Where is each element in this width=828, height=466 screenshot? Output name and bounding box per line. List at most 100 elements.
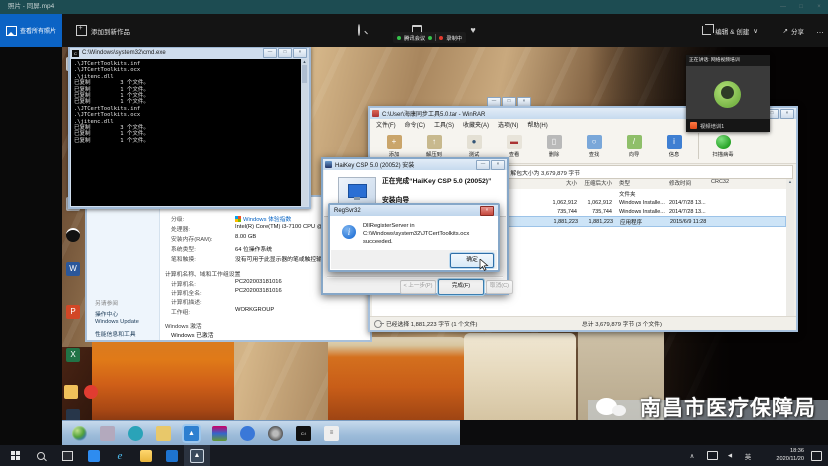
extract-button[interactable]: ↑解压到 [416,135,452,158]
cmd-line: 已复制 1 个文件。 [74,138,300,144]
minimize-icon[interactable]: — [476,160,490,170]
taskbar-clock[interactable]: 18:36 2020/11/20 [752,447,804,463]
regsvr32-dialog[interactable]: RegSvr32 × i DllRegisterServer in C:\Win… [328,203,500,272]
win7-taskbar[interactable]: ▲ C:\ ≡ [62,420,460,445]
find-button[interactable]: ○查找 [576,135,612,158]
add-button[interactable]: +添加 [376,135,412,158]
start-button[interactable] [4,445,26,466]
maximize-icon[interactable]: □ [792,0,810,14]
minimize-icon[interactable]: — [263,48,277,58]
photos-taskbar-icon[interactable]: ▲ [184,426,199,441]
powerpoint-icon[interactable]: P [66,305,80,319]
sidebar-link-performance[interactable]: 性能信息和工具 [95,329,136,338]
video-call-overlay[interactable]: 正在讲话: 网络视频培训 视频培训1 [686,55,770,132]
info-button[interactable]: i信息 [656,135,692,158]
zoom-icon[interactable] [352,23,366,37]
clock-time: 18:36 [752,447,804,455]
more-options-button[interactable]: … [816,14,824,47]
browser-icon[interactable] [128,426,143,441]
internet-explorer-icon: e [114,450,126,462]
taskbar-explorer[interactable] [134,445,158,466]
scroll-up-icon[interactable]: ▲ [786,179,794,184]
winrar-scrollbar[interactable]: ▲ [786,179,794,316]
folder-taskbar-icon[interactable] [156,426,171,441]
system-row-pen: 笔和触摸: 没有可用于此显示器的笔或触控输入 [171,254,328,263]
disc-icon[interactable] [268,426,283,441]
notes-icon[interactable]: ≡ [324,426,339,441]
close-icon[interactable]: × [293,48,307,58]
media-app-icon[interactable] [100,426,115,441]
system-row-ostype: 系统类型: 64 位操作系统 [171,244,272,253]
column-type[interactable]: 类型 [612,179,667,189]
sidebar-link-action-center[interactable]: 操作中心 [95,309,118,318]
cmd-scrollbar[interactable]: ▲ [301,59,308,206]
messenger-icon[interactable] [240,426,255,441]
close-icon[interactable]: × [810,0,828,14]
see-also-header: 另请参阅 [95,298,118,307]
cmd-taskbar-icon[interactable]: C:\ [296,426,311,441]
close-icon[interactable]: × [780,109,794,119]
cmd-window[interactable]: C C:\Windows\system32\cmd.exe — □ × .\JT… [68,46,311,209]
network-icon [707,451,718,460]
add-to-creation-button[interactable]: 添加到新作品 [76,14,130,47]
menu-favorites[interactable]: 收藏夹(A) [463,120,489,129]
menu-tools[interactable]: 工具(S) [434,120,454,129]
delete-button[interactable]: ▯删除 [536,135,572,158]
minimize-icon[interactable]: — [774,0,792,14]
view-all-photos-button[interactable]: 查看所有照片 [0,14,62,47]
regsvr32-footer: 确定 [331,250,497,269]
wizard-button[interactable]: /向导 [616,135,652,158]
scroll-thumb[interactable] [302,65,307,83]
opera-icon[interactable] [84,385,98,399]
cmd-titlebar[interactable]: C C:\Windows\system32\cmd.exe — □ × [70,48,309,58]
view-button[interactable]: ▬查看 [496,135,532,158]
installer-titlebar[interactable]: HaiKey CSP 5.0 (20052) 安装 — × [323,159,507,170]
scroll-up-icon[interactable]: ▲ [301,59,308,64]
menu-file[interactable]: 文件(F) [376,120,396,129]
qq-icon[interactable] [66,228,80,242]
photos-titlebar[interactable]: 照片 - 同屏.mp4 — □ × [0,0,828,14]
chevron-down-icon: ∨ [753,27,758,35]
edit-create-button[interactable]: 编辑 & 创建 ∨ [702,14,758,47]
action-center-button[interactable] [808,445,824,466]
win7-start-orb-icon[interactable] [72,426,87,441]
taskbar-meeting[interactable] [82,445,106,466]
network-tray-icon[interactable] [704,445,720,466]
word-icon[interactable]: W [66,262,80,276]
close-icon[interactable]: × [491,160,505,170]
menu-help[interactable]: 帮助(H) [527,120,547,129]
taskbar-mail[interactable] [160,445,184,466]
search-button[interactable] [30,445,52,466]
favorite-icon[interactable]: ♥ [466,23,480,37]
recording-badge[interactable]: 腾讯会议 录制中 [393,32,466,43]
green-dot-icon [428,36,432,40]
speaker-indicator: 正在讲话: 网络视频培训 [686,55,770,66]
regsvr32-titlebar[interactable]: RegSvr32 × [330,205,498,216]
sidebar-link-windows-update[interactable]: Windows Update [95,319,139,325]
column-crc32[interactable]: CRC32 [709,179,746,189]
close-icon[interactable]: × [480,206,494,216]
taskbar-ie[interactable]: e [108,445,132,466]
share-button[interactable]: ↗ 分享 [783,14,804,47]
excel-icon[interactable]: X [66,348,80,362]
key-icon [374,320,382,328]
winrar-taskbar-icon[interactable] [212,426,227,441]
volume-tray-icon[interactable]: ◀ [722,445,738,466]
system-row-pcname: 计算机名: PC202003181016 [171,279,282,288]
taskbar-photos-active[interactable]: ▲ [184,445,210,466]
tray-expand-button[interactable]: ∧ [684,445,700,466]
finish-button[interactable]: 完成(F) [438,279,484,295]
task-view-button[interactable] [56,445,78,466]
menu-options[interactable]: 选项(N) [498,120,518,129]
maximize-icon[interactable]: □ [278,48,292,58]
cancel-button[interactable]: 取消(C) [486,280,513,294]
back-button[interactable]: < 上一步(P) [400,280,436,294]
virus-scan-button[interactable]: 扫描病毒 [705,135,741,158]
test-button[interactable]: ●测试 [456,135,492,158]
folder-icon[interactable] [64,385,78,399]
system-row-ram: 安装内存(RAM): 8.00 GB [171,234,256,243]
column-size[interactable]: 大小 [505,179,577,189]
menu-commands[interactable]: 命令(C) [405,120,425,129]
column-packed[interactable]: 压缩后大小 [577,179,612,189]
column-modified[interactable]: 修改时间 [667,179,709,189]
